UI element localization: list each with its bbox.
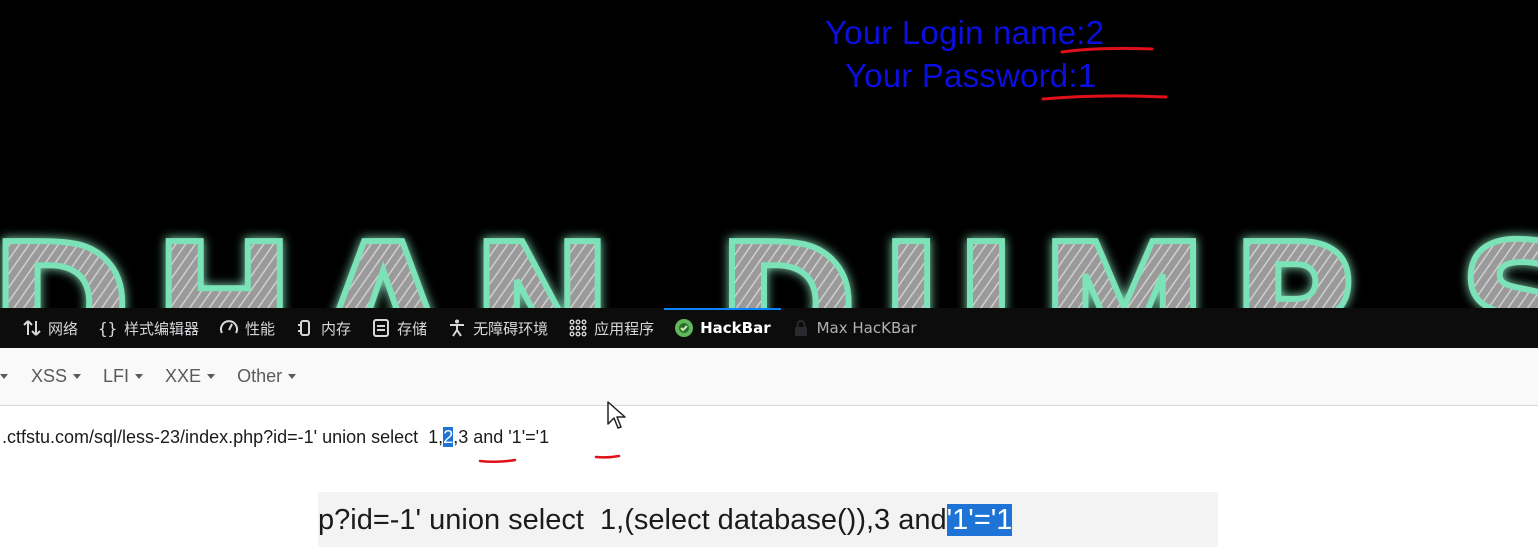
chevron-down-icon	[288, 374, 297, 379]
tab-application[interactable]: 应用程序	[558, 308, 664, 348]
underline-annotation-column	[478, 458, 517, 464]
zoom-selected-text: '1'='1	[946, 504, 1013, 536]
banner-text: DHAN DUMP SERV	[0, 215, 1538, 308]
password-text: Your Password:1	[845, 57, 1097, 94]
tab-label: Max HacKBar	[816, 319, 917, 337]
memory-chip-icon	[295, 318, 315, 338]
underline-annotation-quote	[594, 454, 621, 459]
tab-memory[interactable]: 内存	[285, 308, 361, 348]
url-value[interactable]: .ctfstu.com/sql/less-23/index.php?id=-1'…	[2, 427, 549, 448]
zoomed-payload-overlay: p?id=-1' union select 1,(select database…	[318, 492, 1218, 547]
tab-storage[interactable]: 存储	[361, 308, 437, 348]
tab-network[interactable]: 网络	[12, 308, 88, 348]
braces-icon: {}	[98, 318, 118, 338]
url-selected-text: 2	[443, 427, 454, 447]
chevron-down-icon	[73, 374, 82, 379]
chevron-down-icon	[207, 374, 216, 379]
mouse-pointer-icon	[607, 401, 626, 429]
gauge-icon	[219, 318, 239, 338]
tab-hackbar[interactable]: HackBar	[664, 308, 781, 348]
tab-label: 性能	[245, 319, 276, 338]
tab-label: 应用程序	[594, 319, 655, 338]
screenshot-root: Your Login name:2 Your Password:1 DHAN D…	[0, 0, 1538, 547]
menu-other[interactable]: Other	[226, 366, 307, 387]
hackbar-logo-icon	[674, 318, 694, 338]
tab-accessibility[interactable]: 无障碍环境	[437, 308, 558, 348]
menu-label: Other	[237, 366, 283, 386]
chevron-down-icon	[135, 374, 144, 379]
menu-label: XSS	[31, 366, 68, 386]
tab-style-editor[interactable]: {} 样式编辑器	[88, 308, 209, 348]
tab-label: 存储	[397, 319, 428, 338]
url-text-after-selection: ,3 and '1'='1	[453, 427, 550, 447]
zoom-text-before-selection: p?id=-1' union select 1,(select database…	[318, 504, 947, 536]
tab-label: HackBar	[700, 319, 771, 337]
zoomed-payload-text: p?id=-1' union select 1,(select database…	[318, 504, 1013, 537]
devtools-tab-bar: 网络 {} 样式编辑器 性能 内存 存储 无障碍环境 应用程序 HackBar …	[0, 308, 1538, 348]
web-page-viewport: Your Login name:2 Your Password:1 DHAN D…	[0, 0, 1538, 308]
network-arrows-icon	[22, 318, 42, 338]
svg-text:{}: {}	[98, 319, 117, 338]
grid-apps-icon	[568, 318, 588, 338]
menu-label: LFI	[103, 366, 130, 386]
lock-icon	[791, 318, 811, 338]
chevron-down-icon[interactable]	[0, 374, 8, 379]
tab-label: 样式编辑器	[124, 319, 200, 338]
url-text-before-selection: .ctfstu.com/sql/less-23/index.php?id=-1'…	[2, 427, 444, 447]
tab-label: 网络	[48, 319, 79, 338]
tab-label: 内存	[321, 319, 352, 338]
menu-label: XXE	[165, 366, 202, 386]
menu-xxe[interactable]: XXE	[154, 366, 226, 387]
tab-performance[interactable]: 性能	[209, 308, 285, 348]
tab-max-hackbar[interactable]: Max HacKBar	[781, 308, 927, 348]
site-banner-logo: DHAN DUMP SERV	[0, 215, 1538, 308]
menu-xss[interactable]: XSS	[20, 366, 92, 387]
accessibility-icon	[447, 318, 467, 338]
tab-label: 无障碍环境	[473, 319, 549, 338]
hackbar-menu-bar: XSS LFI XXE Other	[0, 348, 1538, 406]
login-name-text: Your Login name:2	[825, 14, 1105, 51]
menu-lfi[interactable]: LFI	[92, 366, 154, 387]
storage-icon	[371, 318, 391, 338]
